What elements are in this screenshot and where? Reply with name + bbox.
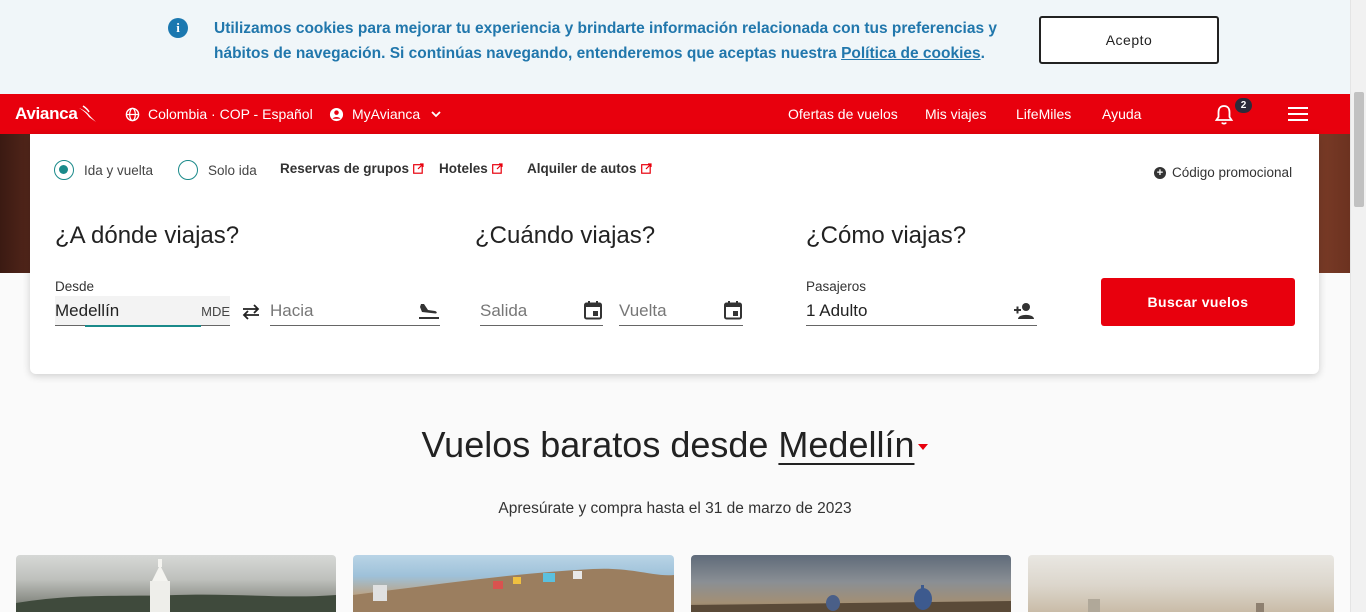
trip-type-roundtrip[interactable]: Ida y vuelta: [54, 160, 153, 180]
hamburger-menu-icon[interactable]: [1288, 106, 1308, 122]
external-link-icon: [640, 163, 652, 174]
group-bookings-link[interactable]: Reservas de grupos: [280, 161, 424, 176]
car-rental-link[interactable]: Alquiler de autos: [527, 161, 652, 176]
return-date-field[interactable]: Vuelta: [619, 296, 743, 326]
external-link-icon: [491, 163, 503, 174]
destination-card[interactable]: [1028, 555, 1334, 612]
destination-field[interactable]: Hacia: [270, 296, 440, 326]
origin-value: Medellín: [55, 301, 120, 320]
origin-field[interactable]: Medellín MDE: [55, 296, 230, 327]
origin-code: MDE: [201, 304, 230, 319]
calendar-icon: [584, 301, 602, 320]
destination-placeholder: Hacia: [270, 301, 314, 320]
headline-prefix: Vuelos baratos desde: [421, 424, 779, 465]
logo-text: Avianca: [15, 104, 78, 123]
cookie-banner: i Utilizamos cookies para mejorar tu exp…: [0, 0, 1350, 94]
origin-city-selector[interactable]: Medellín: [778, 424, 914, 465]
coastal-tower-image: [1088, 599, 1264, 612]
locale-selector[interactable]: Colombia · COP - Español: [125, 94, 313, 134]
bell-icon[interactable]: [1214, 104, 1234, 126]
passengers-field[interactable]: 1 Adulto: [806, 296, 1037, 326]
chevron-down-icon: [431, 111, 441, 118]
cookie-text-end: .: [980, 45, 985, 62]
bird-logo-icon: [79, 105, 97, 122]
passengers-label: Pasajeros: [806, 279, 867, 294]
search-flights-button[interactable]: Buscar vuelos: [1101, 278, 1295, 326]
myavianca-menu[interactable]: MyAvianca: [329, 94, 442, 134]
car-rental-label: Alquiler de autos: [527, 161, 637, 176]
trip-type-oneway[interactable]: Solo ida: [178, 160, 257, 180]
accept-cookies-button[interactable]: Acepto: [1039, 16, 1219, 64]
flight-search-card: Ida y vuelta Solo ida Reservas de grupos…: [30, 134, 1319, 374]
globe-icon: [125, 107, 140, 121]
radio-selected[interactable]: [54, 160, 74, 180]
nav-link-offers[interactable]: Ofertas de vuelos: [788, 94, 898, 134]
oneway-label: Solo ida: [208, 162, 257, 178]
roundtrip-label: Ida y vuelta: [84, 162, 154, 178]
locale-label: Colombia · COP - Español: [148, 106, 313, 122]
origin-focus-underline: [85, 325, 201, 327]
hotels-label: Hoteles: [439, 161, 488, 176]
avianca-logo[interactable]: Avianca: [15, 103, 98, 125]
destination-card[interactable]: [691, 555, 1011, 612]
how-title: ¿Cómo viajas?: [806, 222, 967, 249]
from-label: Desde: [55, 279, 95, 294]
nav-link-my-trips[interactable]: Mis viajes: [925, 94, 986, 134]
hotels-link[interactable]: Hoteles: [439, 161, 503, 176]
top-navbar: Avianca Colombia · COP - Español MyAvian…: [0, 94, 1350, 134]
departure-date-field[interactable]: Salida: [480, 296, 603, 326]
cookie-message: Utilizamos cookies para mejorar tu exper…: [214, 16, 1004, 66]
cookie-policy-link[interactable]: Política de cookies: [841, 45, 981, 62]
promo-code-label: Código promocional: [1172, 165, 1293, 180]
myavianca-label: MyAvianca: [352, 106, 421, 122]
caret-down-icon[interactable]: [918, 444, 929, 451]
add-person-icon: [1014, 303, 1034, 319]
external-link-icon: [413, 163, 424, 174]
passengers-value: 1 Adulto: [806, 301, 868, 320]
nav-link-help[interactable]: Ayuda: [1102, 94, 1141, 134]
return-placeholder: Vuelta: [619, 301, 667, 320]
domed-skyline-image: [691, 585, 1011, 612]
promo-code-link[interactable]: + Código promocional: [1154, 165, 1292, 180]
info-icon: i: [168, 18, 188, 38]
cheap-flights-headline: Vuelos baratos desde Medellín: [0, 424, 1350, 466]
promo-subline: Apresúrate y compra hasta el 31 de marzo…: [498, 500, 852, 517]
hillside-city-image: [353, 568, 674, 612]
notification-badge: 2: [1235, 98, 1252, 113]
user-circle-icon: [329, 107, 344, 121]
plus-circle-icon: +: [1154, 166, 1166, 179]
cathedral-image: [16, 559, 336, 612]
when-title: ¿Cuándo viajas?: [475, 222, 656, 249]
scroll-thumb[interactable]: [1354, 92, 1364, 207]
where-title: ¿A dónde viajas?: [55, 222, 240, 249]
nav-link-lifemiles[interactable]: LifeMiles: [1016, 94, 1071, 134]
radio-unselected[interactable]: [178, 160, 198, 180]
swap-icon[interactable]: [241, 304, 261, 320]
page-scrollbar[interactable]: [1350, 0, 1366, 612]
plane-landing-icon: [419, 304, 439, 319]
destination-card[interactable]: [16, 555, 336, 612]
group-bookings-label: Reservas de grupos: [280, 161, 410, 176]
destination-card[interactable]: [353, 555, 674, 612]
departure-placeholder: Salida: [480, 301, 528, 320]
calendar-icon: [724, 301, 742, 320]
